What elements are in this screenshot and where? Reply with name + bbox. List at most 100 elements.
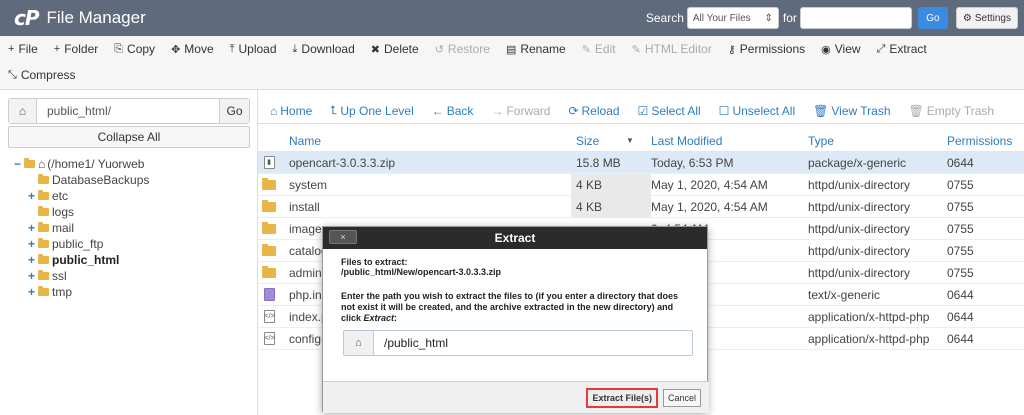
folder-icon — [38, 222, 49, 232]
nav-home-button[interactable]: ⌂ Home — [270, 104, 312, 118]
home-icon: ⌂ — [344, 331, 374, 355]
expand-icon[interactable]: + — [28, 237, 38, 251]
expand-icon[interactable]: + — [28, 189, 38, 203]
cancel-button[interactable]: Cancel — [662, 388, 701, 407]
nav-label: Forward — [506, 103, 551, 118]
column-size-header[interactable]: Size — [576, 134, 599, 148]
toolbar-file-button[interactable]: + File — [8, 42, 38, 56]
directory-panel: ⌂ public_html/ Go Collapse All − ⌂ (/home1… — [0, 90, 258, 415]
folder-icon — [24, 158, 35, 168]
file-modified: May 1, 2020, 4:54 AM — [651, 177, 768, 192]
toolbar-label: Edit — [594, 42, 616, 56]
file-name: system — [289, 177, 328, 192]
search-scope-select[interactable]: All Your Files ⇕ — [686, 7, 779, 29]
file-type: text/x-generic — [808, 287, 881, 302]
tree-item-mail[interactable]: + mail — [14, 220, 149, 236]
extract-files-button[interactable]: Extract File(s) — [586, 387, 658, 408]
folder-icon — [38, 190, 49, 200]
column-permissions-header[interactable]: Permissions — [947, 134, 1012, 148]
download-icon: ⤓ — [292, 42, 298, 55]
tree-item-ssl[interactable]: + ssl — [14, 268, 149, 284]
toolbar-extract-button[interactable]: ⤢ Extract — [877, 42, 927, 56]
toolbar-compress-button[interactable]: ⤡ Compress — [8, 68, 76, 82]
toolbar-label: Restore — [447, 42, 490, 56]
dialog-body: Files to extract: /public_html/New/openc… — [323, 249, 707, 364]
table-row[interactable]: system 4 KB May 1, 2020, 4:54 AM httpd/unix… — [258, 173, 1024, 196]
nav-reload-button[interactable]: ⟳ Reload — [568, 104, 619, 118]
forward-icon: → — [491, 103, 504, 118]
toolbar-delete-button[interactable]: ✖ Delete — [371, 42, 419, 56]
file-name: config- — [289, 331, 326, 346]
file-name: opencart-3.0.3.3.zip — [289, 155, 396, 170]
extract-path-input[interactable]: /public_html — [374, 336, 692, 350]
toolbar-permissions-button[interactable]: ⚷ Permissions — [728, 42, 805, 56]
settings-button[interactable]: ⚙ Settings — [955, 7, 1018, 29]
file-size: 15.8 MB — [576, 155, 621, 170]
nav-select-all-button[interactable]: ☑ Select All — [638, 104, 701, 118]
home-icon[interactable]: ⌂ — [9, 99, 37, 123]
reload-icon: ⟳ — [568, 103, 579, 118]
tree-item-databasebackups[interactable]: DatabaseBackups — [14, 172, 149, 188]
toolbar-label: Move — [184, 42, 214, 56]
nav-label: Reload — [581, 103, 620, 118]
tree-item-public-html[interactable]: + public_html — [14, 252, 149, 268]
delete-icon: ✖ — [370, 43, 380, 56]
folder-icon — [262, 243, 276, 256]
toolbar-copy-button[interactable]: ⎘ Copy — [114, 42, 155, 56]
nav-unselect-all-button[interactable]: ☐ Unselect All — [719, 104, 795, 118]
toolbar-upload-button[interactable]: ⤒ Upload — [230, 42, 277, 56]
path-go-button[interactable]: Go — [219, 99, 249, 123]
close-icon[interactable]: × — [329, 230, 357, 244]
table-row[interactable]: install 4 KB May 1, 2020, 4:54 AM httpd/uni… — [258, 195, 1024, 218]
column-modified-header[interactable]: Last Modified — [651, 134, 722, 148]
file-permissions: 0755 — [947, 177, 974, 192]
archive-file-icon: ▮ — [262, 156, 276, 169]
tree-item-label: public_html — [52, 253, 120, 267]
rename-icon: ▤ — [505, 43, 517, 56]
up-level-icon: ⮤ — [330, 103, 338, 117]
toolbar-view-button[interactable]: ◉ View — [821, 42, 860, 56]
toolbar-download-button[interactable]: ⤓ Download — [293, 42, 355, 56]
tree-item-public-ftp[interactable]: + public_ftp — [14, 236, 149, 252]
tree-item-tmp[interactable]: + tmp — [14, 284, 149, 300]
file-permissions: 0755 — [947, 243, 974, 258]
toolbar-move-button[interactable]: ✥ Move — [171, 42, 214, 56]
nav-view-trash-button[interactable]: 🗑 View Trash — [813, 104, 890, 118]
nav-label: Up One Level — [340, 103, 414, 118]
trash-icon: 🗑 — [908, 103, 924, 118]
file-type: httpd/unix-directory — [808, 199, 911, 214]
nav-back-button[interactable]: ← Back — [432, 104, 474, 118]
expand-icon[interactable]: + — [28, 253, 38, 267]
search-input[interactable] — [799, 7, 912, 29]
search-go-button[interactable]: Go — [917, 7, 948, 29]
folder-icon — [38, 286, 49, 296]
table-row[interactable]: ▮ opencart-3.0.3.3.zip 15.8 MB Today, 6:53 … — [258, 152, 1024, 174]
sort-desc-icon: ▼ — [626, 136, 634, 145]
path-input[interactable]: public_html/ — [37, 104, 219, 118]
toolbar-rename-button[interactable]: ▤ Rename — [506, 42, 566, 56]
expand-icon[interactable]: + — [28, 285, 38, 299]
column-type-header[interactable]: Type — [808, 134, 834, 148]
tree-item-home1-yuorweb[interactable]: − ⌂ (/home1/ Yuorweb — [14, 156, 149, 172]
column-name-header[interactable]: Name — [289, 134, 321, 148]
expand-icon[interactable]: + — [28, 269, 38, 283]
file-permissions: 0644 — [947, 309, 974, 324]
toolbar: + File + Folder ⎘ Copy ✥ Move ⤒ Upload ⤓ Download ✖ D… — [0, 36, 1024, 90]
nav-label: Empty Trash — [926, 103, 995, 118]
settings-label: Settings — [974, 12, 1011, 24]
folder-icon — [262, 177, 276, 190]
tree-item-logs[interactable]: logs — [14, 204, 149, 220]
nav-up-one-level-button[interactable]: ⮤ Up One Level — [330, 103, 413, 118]
tree-item-etc[interactable]: + etc — [14, 188, 149, 204]
collapse-all-button[interactable]: Collapse All — [8, 126, 250, 148]
toolbar-folder-button[interactable]: + Folder — [54, 42, 98, 56]
restore-icon: ↺ — [434, 43, 444, 56]
tree-item-label: DatabaseBackups — [52, 173, 150, 187]
file-name: admin — [289, 265, 322, 280]
collapse-icon[interactable]: − — [14, 157, 24, 171]
key-icon: ⚷ — [727, 43, 736, 56]
file-name: php.ini — [289, 287, 325, 302]
toolbar-row-1: + File + Folder ⎘ Copy ✥ Move ⤒ Upload ⤓ Download ✖ D… — [0, 36, 1024, 62]
toolbar-restore-button: ↺ Restore — [435, 42, 490, 56]
expand-icon[interactable]: + — [28, 221, 38, 235]
